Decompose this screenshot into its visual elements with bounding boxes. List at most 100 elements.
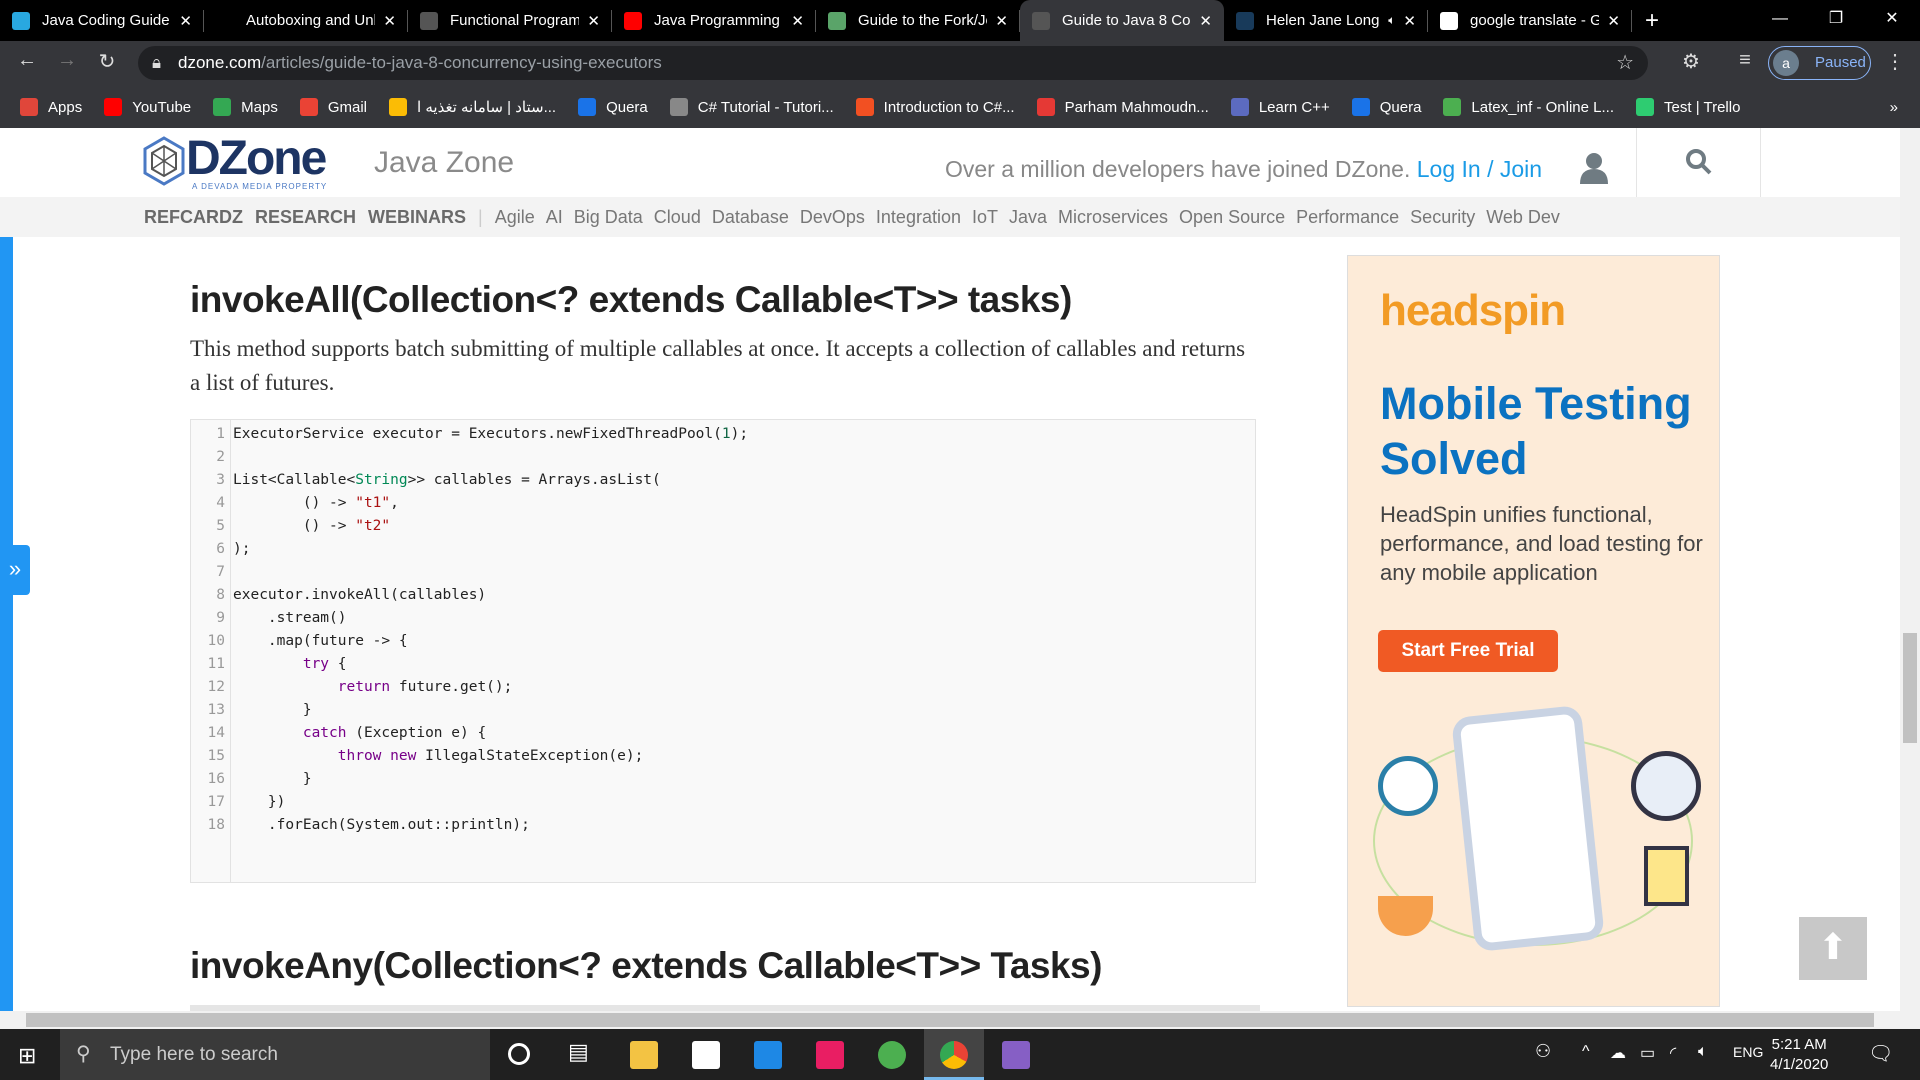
- close-tab-icon[interactable]: ✕: [587, 12, 600, 30]
- tab-6[interactable]: Helen Jane Long 🔈︎ ✕: [1224, 0, 1428, 41]
- restore-button[interactable]: ❐: [1808, 0, 1864, 41]
- nav-refcardz[interactable]: REFCARDZ: [144, 207, 243, 228]
- minimize-button[interactable]: —: [1752, 0, 1808, 41]
- line-number: 4: [216, 495, 225, 511]
- mail-icon[interactable]: [754, 1041, 782, 1069]
- nav-webinars[interactable]: WEBINARS: [368, 207, 466, 228]
- nav-category[interactable]: Security: [1410, 207, 1475, 228]
- bookmark-10[interactable]: Quera: [1351, 98, 1421, 116]
- close-tab-icon[interactable]: ✕: [995, 12, 1008, 30]
- task-view-icon[interactable]: ▤: [568, 1039, 589, 1065]
- close-tab-icon[interactable]: ✕: [1403, 12, 1416, 30]
- notifications-icon[interactable]: 🗨︎: [1868, 1041, 1893, 1066]
- tab-5[interactable]: Guide to Java 8 Concurrency ✕: [1020, 0, 1224, 41]
- more-bookmarks-icon[interactable]: »: [1890, 99, 1898, 116]
- bookmark-star-icon[interactable]: ☆: [1616, 46, 1634, 80]
- bookmark-12[interactable]: Test | Trello: [1636, 98, 1740, 116]
- nav-category[interactable]: Integration: [876, 207, 961, 228]
- people-icon[interactable]: ⚇: [1535, 1041, 1551, 1062]
- bookmark-0[interactable]: Apps: [20, 98, 82, 116]
- search-icon[interactable]: [1685, 148, 1713, 181]
- user-icon[interactable]: [1580, 152, 1608, 189]
- zone-title[interactable]: Java Zone: [374, 146, 514, 180]
- tab-2[interactable]: Functional Programming ✕: [408, 0, 612, 41]
- advertisement[interactable]: headspin Mobile Testing Solved HeadSpin …: [1347, 255, 1720, 1007]
- visual-studio-icon[interactable]: [1002, 1041, 1030, 1069]
- bookmark-1[interactable]: YouTube: [104, 98, 191, 116]
- nav-category[interactable]: DevOps: [800, 207, 865, 228]
- bookmark-8[interactable]: Parham Mahmoudn...: [1036, 98, 1209, 116]
- intellij-icon[interactable]: [816, 1041, 844, 1069]
- forward-icon[interactable]: →: [52, 49, 82, 72]
- bookmark-4[interactable]: ستاد | سامانه تغذیه ا...: [389, 98, 556, 116]
- vertical-scrollbar[interactable]: [1900, 128, 1920, 1011]
- tab-4[interactable]: Guide to the Fork/Join ✕: [816, 0, 1020, 41]
- j-icon: [1236, 11, 1254, 30]
- back-to-top-button[interactable]: ⬆: [1799, 917, 1867, 980]
- nav-category[interactable]: Big Data: [574, 207, 643, 228]
- tab-7[interactable]: google translate - Google ✕: [1428, 0, 1632, 41]
- start-free-trial-button[interactable]: Start Free Trial: [1378, 630, 1558, 672]
- close-window-button[interactable]: ✕: [1864, 0, 1920, 41]
- bookmark-label: Parham Mahmoudn...: [1064, 98, 1209, 116]
- nav-category[interactable]: Performance: [1296, 207, 1399, 228]
- bookmark-11[interactable]: Latex_inf - Online L...: [1443, 98, 1614, 116]
- bookmark-7[interactable]: Introduction to C#...: [855, 98, 1015, 116]
- app-icon[interactable]: [878, 1041, 906, 1069]
- taskbar-search[interactable]: ⚲ Type here to search: [60, 1029, 490, 1080]
- code-line: 7: [191, 561, 233, 584]
- profile-button[interactable]: a Paused: [1768, 46, 1871, 80]
- file-explorer-icon[interactable]: [630, 1041, 658, 1069]
- nav-category[interactable]: Microservices: [1058, 207, 1168, 228]
- expand-sidebar-icon[interactable]: »: [0, 545, 30, 595]
- reload-icon[interactable]: ↻: [92, 49, 122, 74]
- close-tab-icon[interactable]: ✕: [791, 12, 804, 30]
- close-tab-icon[interactable]: ✕: [1607, 12, 1620, 30]
- nav-category[interactable]: Cloud: [654, 207, 701, 228]
- battery-icon[interactable]: ▭: [1640, 1043, 1655, 1063]
- address-bar[interactable]: 🔒︎ dzone.com/articles/guide-to-java-8-co…: [138, 46, 1648, 80]
- close-tab-icon[interactable]: ✕: [179, 12, 192, 30]
- dzone-logo[interactable]: DZone A DEVADA MEDIA PROPERTY: [142, 135, 327, 191]
- close-tab-icon[interactable]: ✕: [383, 12, 396, 30]
- audio-icon[interactable]: 🔈︎: [1388, 13, 1395, 28]
- bookmark-6[interactable]: C# Tutorial - Tutori...: [669, 98, 834, 116]
- close-tab-icon[interactable]: ✕: [1199, 12, 1212, 30]
- nav-category[interactable]: Web Dev: [1486, 207, 1560, 228]
- wifi-icon[interactable]: ◜: [1670, 1043, 1676, 1063]
- cortana-icon[interactable]: [508, 1043, 530, 1065]
- media-control-icon[interactable]: ≡: [1730, 49, 1760, 72]
- login-link[interactable]: Log In / Join: [1417, 156, 1542, 182]
- windows-start-icon[interactable]: ⊞: [18, 1043, 36, 1069]
- tab-3[interactable]: Java Programming ✕: [612, 0, 816, 41]
- nav-category[interactable]: Agile: [495, 207, 535, 228]
- menu-icon[interactable]: ⋮: [1880, 49, 1910, 74]
- bookmark-9[interactable]: Learn C++: [1230, 98, 1330, 116]
- nav-category[interactable]: Java: [1009, 207, 1047, 228]
- clock[interactable]: 5:21 AM 4/1/2020: [1770, 1035, 1828, 1075]
- code-token: IllegalStateException(e);: [416, 748, 644, 764]
- nav-category[interactable]: Open Source: [1179, 207, 1285, 228]
- horizontal-scroll-thumb[interactable]: [26, 1013, 1874, 1027]
- nav-research[interactable]: RESEARCH: [255, 207, 356, 228]
- nav-category[interactable]: IoT: [972, 207, 998, 228]
- nav-category[interactable]: Database: [712, 207, 789, 228]
- tab-0[interactable]: Java Coding Guide ✕: [0, 0, 204, 41]
- back-icon[interactable]: ←: [12, 49, 42, 72]
- chevron-up-icon[interactable]: ^: [1582, 1043, 1590, 1061]
- vertical-scroll-thumb[interactable]: [1903, 633, 1917, 743]
- onedrive-icon[interactable]: ☁: [1610, 1043, 1626, 1063]
- new-tab-button[interactable]: +: [1632, 0, 1672, 41]
- chrome-taskbar-button[interactable]: [924, 1029, 984, 1080]
- language-indicator[interactable]: ENG: [1733, 1044, 1763, 1060]
- volume-icon[interactable]: 🔈︎: [1698, 1043, 1708, 1061]
- bookmark-3[interactable]: Gmail: [299, 98, 367, 116]
- bookmark-2[interactable]: Maps: [213, 98, 278, 116]
- store-icon[interactable]: [692, 1041, 720, 1069]
- tab-1[interactable]: Autoboxing and Unboxing ✕: [204, 0, 408, 41]
- extension-icon[interactable]: ⚙: [1676, 49, 1706, 74]
- bookmark-favicon-icon: [1036, 98, 1055, 116]
- bookmark-5[interactable]: Quera: [578, 98, 648, 116]
- nav-category[interactable]: AI: [546, 207, 563, 228]
